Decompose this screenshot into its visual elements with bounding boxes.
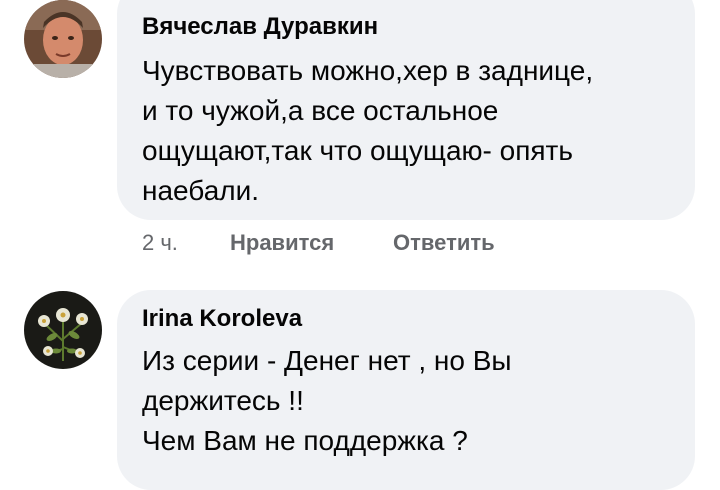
comment-text: Чувствовать можно,хер в заднице, и то чу… <box>142 55 594 206</box>
user-photo-icon <box>24 0 102 78</box>
like-button[interactable]: Нравится <box>230 230 334 256</box>
comment-timestamp[interactable]: 2 ч. <box>142 230 178 256</box>
reply-button[interactable]: Ответить <box>393 230 495 256</box>
comment-author[interactable]: Irina Koroleva <box>142 305 302 333</box>
avatar[interactable] <box>24 0 102 78</box>
comment-author[interactable]: Вячеслав Дуравкин <box>142 13 378 41</box>
comment-text: Из серии - Денег нет , но Вы держитесь !… <box>142 345 512 456</box>
flower-bouquet-icon <box>24 291 102 369</box>
avatar[interactable] <box>24 291 102 369</box>
